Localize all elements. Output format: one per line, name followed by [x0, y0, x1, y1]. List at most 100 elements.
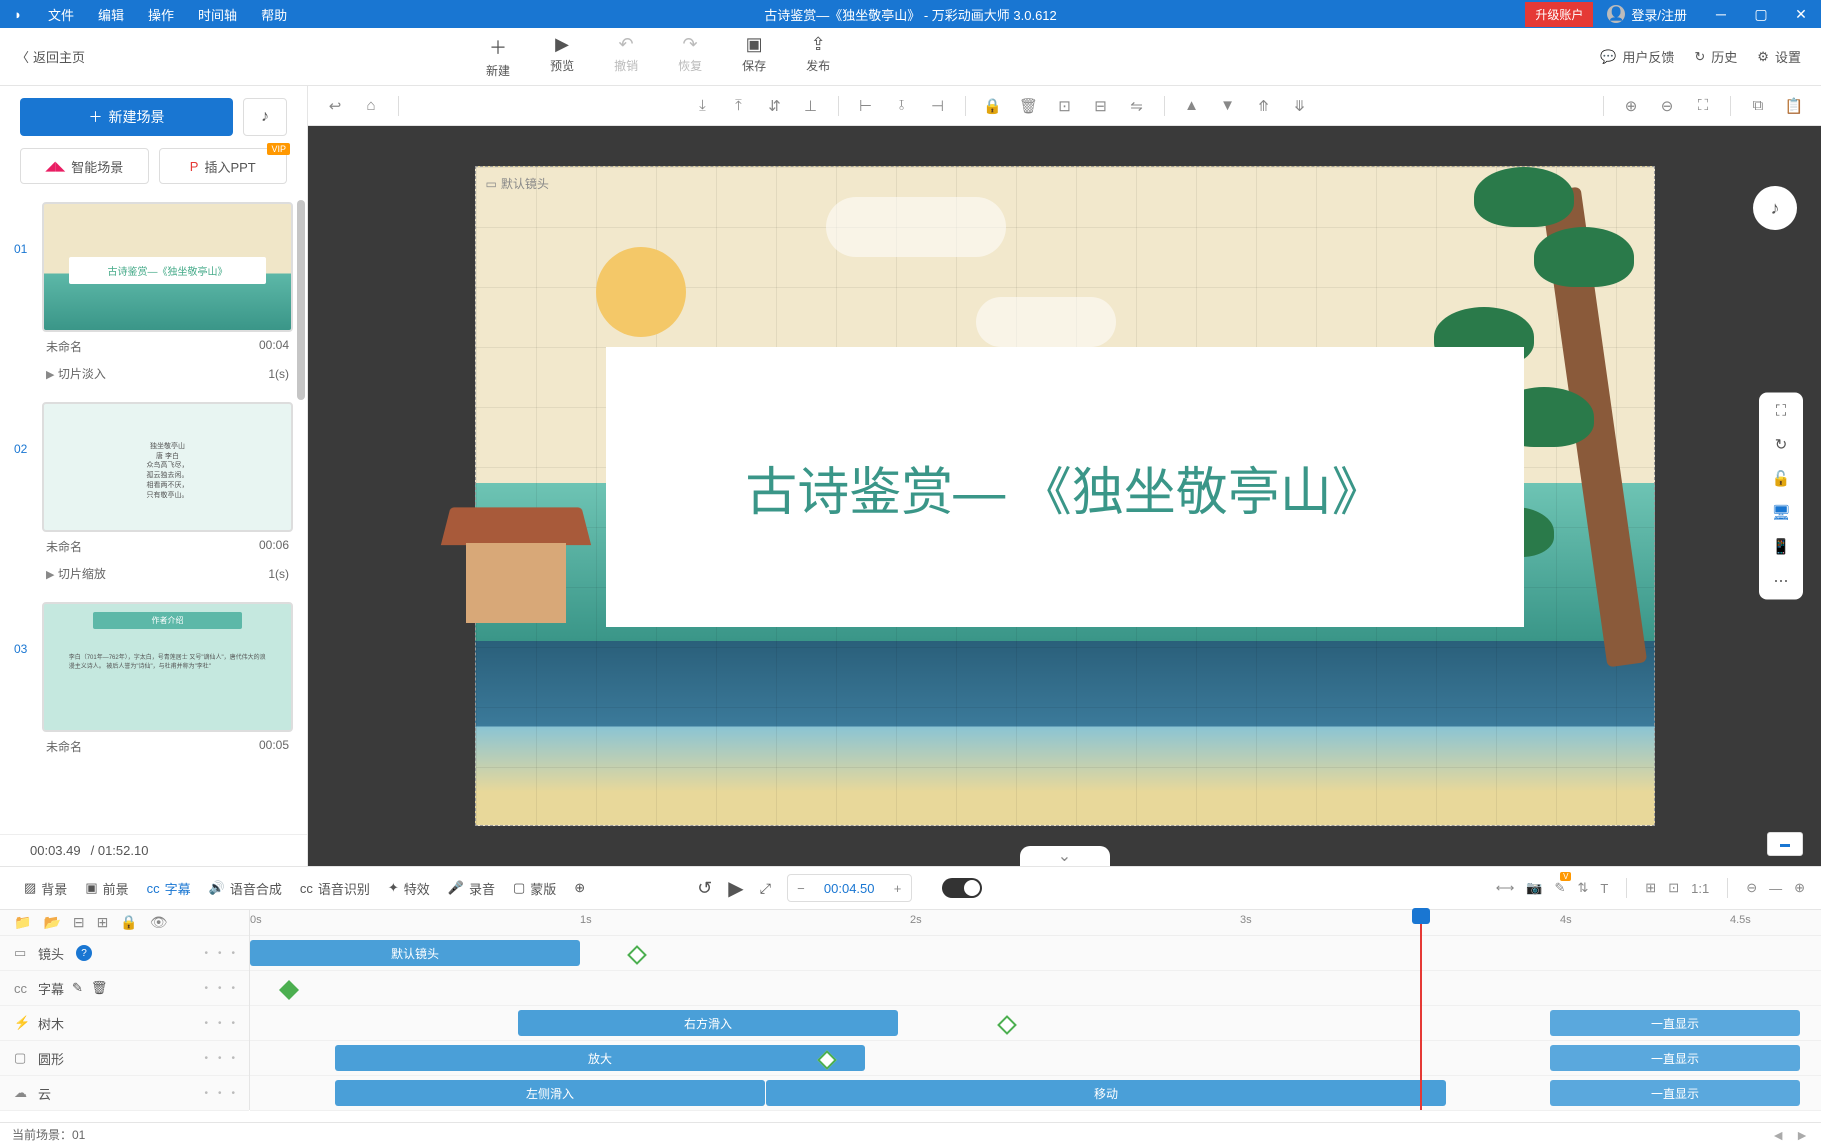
clip[interactable]: 移动: [766, 1080, 1446, 1106]
scene-thumbnail[interactable]: 古诗鉴赏—《独坐敬亭山》: [42, 202, 293, 332]
timeline-ruler[interactable]: 0s1s2s3s4s4.5s: [250, 910, 1821, 936]
tc-tool-icon[interactable]: ⊞: [1645, 880, 1656, 896]
track-label-镜头[interactable]: ▭镜头?•••: [0, 936, 249, 971]
thumbnail-toggle[interactable]: ▬: [1767, 832, 1803, 856]
tc-tab-字幕[interactable]: cc字幕: [139, 875, 199, 902]
expand-icon[interactable]: ⊞: [97, 914, 109, 931]
toggle-switch[interactable]: [942, 878, 982, 898]
track-row[interactable]: [250, 971, 1821, 1006]
timeline-tracks[interactable]: 0s1s2s3s4s4.5s 默认镜头右方滑入一直显示放大一直显示左侧滑入移动一…: [250, 910, 1821, 1110]
fullscreen-icon[interactable]: ⛶: [1776, 403, 1787, 420]
clip[interactable]: 右方滑入: [518, 1010, 898, 1036]
folder-icon[interactable]: 📁: [14, 914, 31, 931]
delete-icon[interactable]: 🗑: [1014, 91, 1044, 121]
track-row[interactable]: 左侧滑入移动一直显示: [250, 1076, 1821, 1111]
keyframe-diamond[interactable]: [997, 1015, 1017, 1035]
scene-music-button[interactable]: ♪: [243, 98, 287, 136]
align-v-icon[interactable]: ⊥: [796, 91, 826, 121]
title-box[interactable]: 古诗鉴赏— 《独坐敬亭山》: [606, 347, 1524, 627]
keyframe-diamond[interactable]: [627, 945, 647, 965]
tc-tool-icon[interactable]: ⟷: [1496, 880, 1515, 896]
paste-icon[interactable]: 📋: [1779, 91, 1809, 121]
scrollbar[interactable]: [297, 200, 305, 400]
tc-tab-前景[interactable]: ▣前景: [77, 875, 136, 902]
menu-edit[interactable]: 编辑: [86, 1, 136, 28]
tc-tool-icon[interactable]: —: [1769, 881, 1782, 896]
track-tool-icon[interactable]: ✎: [72, 980, 83, 996]
clip[interactable]: 一直显示: [1550, 1045, 1800, 1071]
tc-tool-icon[interactable]: ⊖: [1746, 880, 1757, 896]
ungroup-icon[interactable]: ⊟: [1086, 91, 1116, 121]
align-center-icon[interactable]: ⫱: [887, 91, 917, 121]
tc-tool-icon[interactable]: 📷: [1526, 880, 1542, 896]
tc-tab-特效[interactable]: ✦特效: [380, 875, 438, 902]
sun-shape[interactable]: [596, 247, 686, 337]
lock-icon[interactable]: 🔒: [120, 914, 137, 931]
menu-file[interactable]: 文件: [36, 1, 86, 28]
chevron-right-icon[interactable]: ►: [1795, 1127, 1809, 1143]
menu-action[interactable]: 操作: [136, 1, 186, 28]
new-scene-button[interactable]: ＋ 新建场景: [20, 98, 233, 136]
login-button[interactable]: 👤 登录/注册: [1593, 5, 1701, 24]
scene-thumbnail[interactable]: 作者介绍 李白（701年—762年），字太白，号青莲居士 又号"谪仙人"，唐代伟…: [42, 602, 293, 732]
desktop-icon[interactable]: 🖥: [1771, 504, 1790, 522]
ai-scene-button[interactable]: ◢◣ 智能场景: [20, 148, 149, 184]
track-row[interactable]: 右方滑入 一直显示: [250, 1006, 1821, 1041]
cloud-shape[interactable]: [826, 197, 1006, 257]
scene-list[interactable]: 01 古诗鉴赏—《独坐敬亭山》 未命名 00:04 ▶ 切片淡入 1(s): [0, 196, 307, 834]
tc-tab-背景[interactable]: ▨背景: [16, 875, 75, 902]
track-row[interactable]: 放大 一直显示: [250, 1041, 1821, 1076]
playhead[interactable]: [1420, 910, 1422, 1110]
track-tool-icon[interactable]: 🗑: [91, 980, 108, 996]
align-top-icon[interactable]: ⤒: [724, 91, 754, 121]
time-increase[interactable]: +: [885, 881, 911, 896]
menu-timeline[interactable]: 时间轴: [186, 1, 249, 28]
group-icon[interactable]: ⊡: [1050, 91, 1080, 121]
chevron-left-icon[interactable]: ◄: [1771, 1127, 1785, 1143]
track-label-圆形[interactable]: ▢圆形•••: [0, 1041, 249, 1076]
clip[interactable]: 放大: [335, 1045, 865, 1071]
lock-icon[interactable]: 🔒: [978, 91, 1008, 121]
upgrade-button[interactable]: 升级账户: [1525, 2, 1593, 27]
playhead-handle[interactable]: [1412, 908, 1430, 924]
unlock-icon[interactable]: 🔓: [1772, 470, 1791, 488]
scene-item[interactable]: 02 独坐敬亭山 唐 李白 众鸟高飞尽， 孤云独去闲。 相看两不厌， 只有敬亭山…: [14, 402, 293, 592]
eye-icon[interactable]: 👁: [150, 914, 168, 931]
clip[interactable]: 一直显示: [1550, 1010, 1800, 1036]
toolbar-用户反馈[interactable]: 💬用户反馈: [1600, 47, 1674, 66]
tc-tab-录音[interactable]: 🎤录音: [440, 875, 503, 902]
align-middle-icon[interactable]: ⇵: [760, 91, 790, 121]
keyframe-diamond[interactable]: [279, 980, 299, 1000]
layer-up-icon[interactable]: ▲: [1177, 91, 1207, 121]
zoom-in-icon[interactable]: ⊕: [1616, 91, 1646, 121]
collapse-icon[interactable]: ⊟: [73, 914, 85, 931]
canvas-music-button[interactable]: ♪: [1753, 186, 1797, 230]
toolbar-历史[interactable]: ↻历史: [1694, 47, 1737, 66]
scene-thumbnail[interactable]: 独坐敬亭山 唐 李白 众鸟高飞尽， 孤云独去闲。 相看两不厌， 只有敬亭山。: [42, 402, 293, 532]
maximize-button[interactable]: ▢: [1741, 0, 1781, 28]
layer-top-icon[interactable]: ⤊: [1249, 91, 1279, 121]
clip[interactable]: 一直显示: [1550, 1080, 1800, 1106]
cloud-shape[interactable]: [976, 297, 1116, 347]
play-icon[interactable]: ▶: [728, 876, 743, 901]
canvas-stage[interactable]: ▭ 默认镜头 古诗鉴赏— 《独坐敬亭山》 ♪ ⛶: [308, 126, 1821, 866]
tc-tool-icon[interactable]: ⇅: [1577, 880, 1588, 896]
copy-icon[interactable]: ⧉: [1743, 91, 1773, 121]
track-label-树木[interactable]: ⚡树木•••: [0, 1006, 249, 1041]
menu-help[interactable]: 帮助: [249, 1, 299, 28]
back-home-button[interactable]: 〈 返回主页: [0, 47, 101, 66]
tc-tab-语音合成[interactable]: 🔊语音合成: [201, 875, 290, 902]
back-icon[interactable]: ↩: [320, 91, 350, 121]
zoom-out-icon[interactable]: ⊖: [1652, 91, 1682, 121]
building-shape[interactable]: [446, 505, 586, 625]
tc-tab-语音识别[interactable]: cc语音识别: [292, 875, 378, 902]
tc-tab-蒙版[interactable]: ▢蒙版: [505, 875, 564, 902]
scene-item[interactable]: 03 作者介绍 李白（701年—762年），字太白，号青莲居士 又号"谪仙人"，…: [14, 602, 293, 761]
tc-tool-icon[interactable]: ✎: [1555, 880, 1566, 896]
tc-tool-icon[interactable]: 1:1: [1691, 881, 1709, 896]
home-icon[interactable]: ⌂: [356, 91, 386, 121]
tc-tab-more[interactable]: ⊕: [566, 875, 593, 902]
layer-bottom-icon[interactable]: ⤋: [1285, 91, 1315, 121]
more-icon[interactable]: ⋯: [1774, 572, 1789, 590]
minimize-button[interactable]: ─: [1701, 0, 1741, 28]
